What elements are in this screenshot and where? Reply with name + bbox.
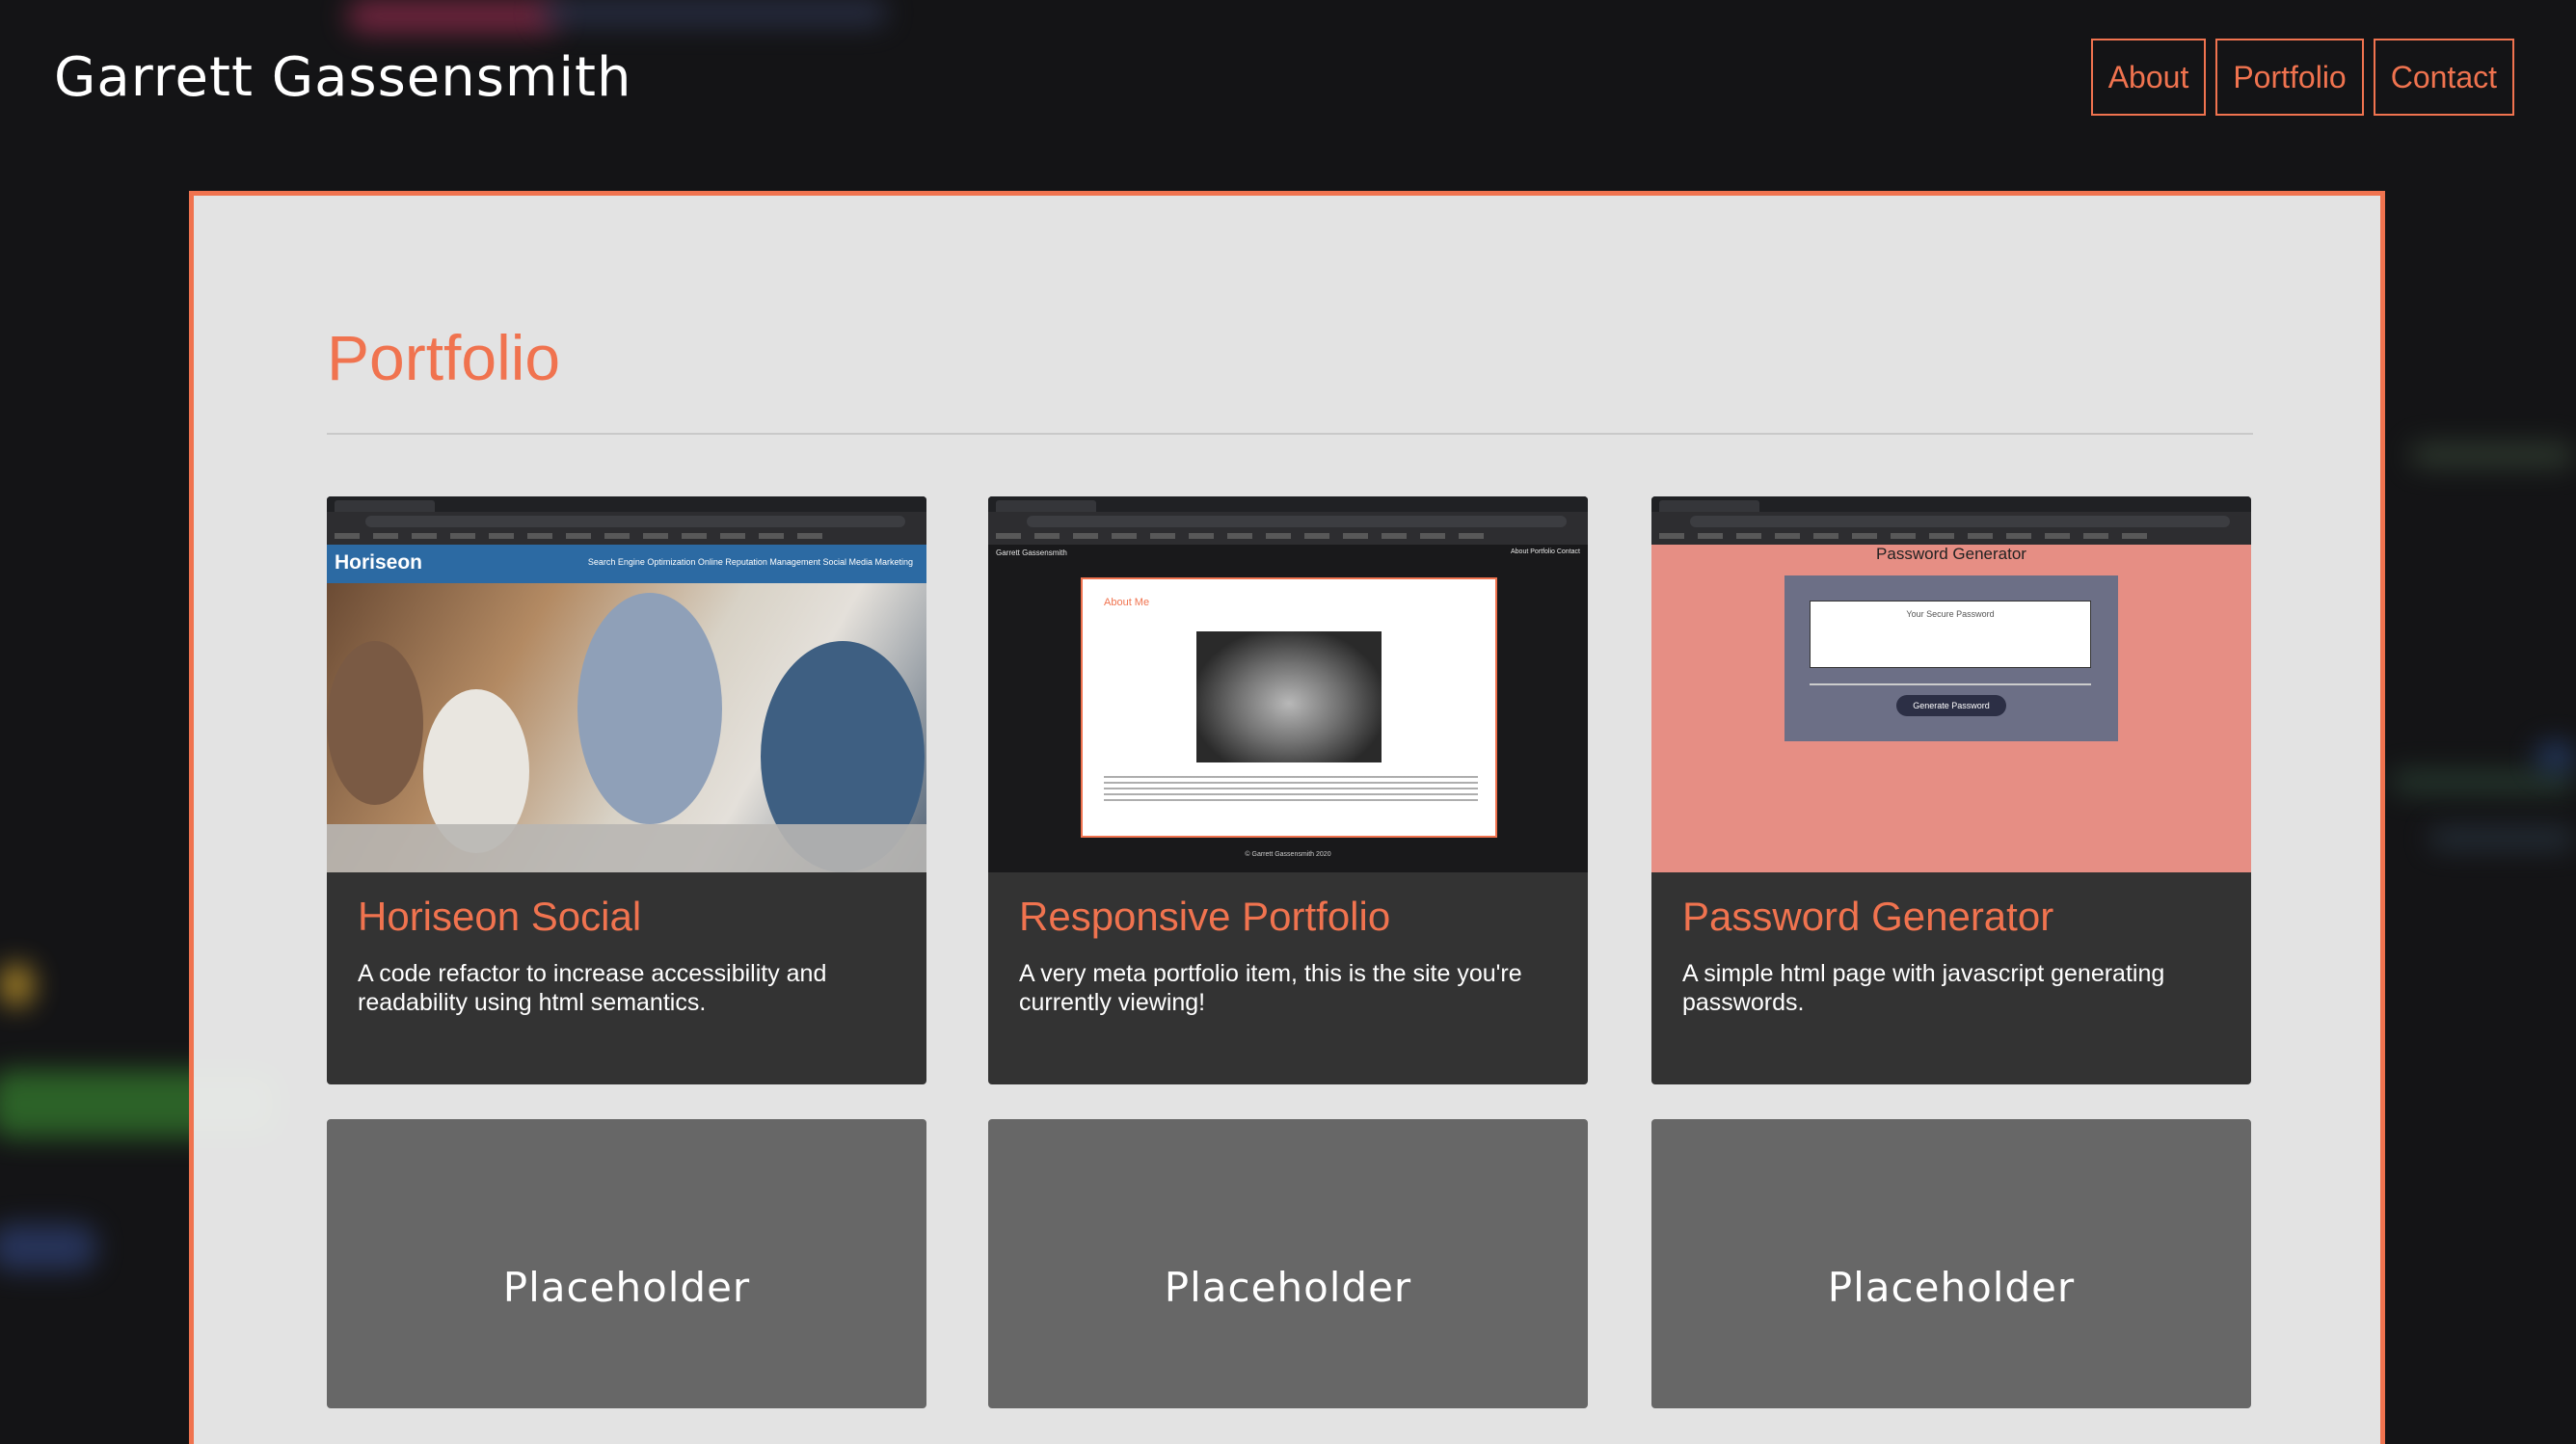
about-me-box: About Me bbox=[1081, 577, 1497, 838]
portfolio-preview: Garrett Gassensmith About Portfolio Cont… bbox=[988, 545, 1588, 872]
site-title: Garrett Gassensmith bbox=[54, 46, 632, 109]
preview-title: Password Generator bbox=[1876, 545, 2026, 563]
project-screenshot: Garrett Gassensmith About Portfolio Cont… bbox=[988, 496, 1588, 872]
password-placeholder: Your Secure Password bbox=[1906, 609, 1995, 619]
project-card-responsive-portfolio[interactable]: Garrett Gassensmith About Portfolio Cont… bbox=[988, 496, 1588, 1084]
project-description: A very meta portfolio item, this is the … bbox=[1019, 960, 1522, 1016]
lorem-text bbox=[1104, 776, 1478, 803]
panel-divider bbox=[1810, 683, 2091, 685]
portrait-image bbox=[1196, 631, 1382, 762]
about-me-heading: About Me bbox=[1104, 597, 1150, 608]
placeholder-label: Placeholder bbox=[1164, 1264, 1412, 1311]
horiseon-banner: Horiseon Search Engine Optimization Onli… bbox=[327, 545, 926, 583]
team-photo bbox=[327, 583, 926, 872]
password-preview: Password Generator Your Secure Password … bbox=[1651, 545, 2251, 872]
generator-panel: Your Secure Password Generate Password bbox=[1784, 575, 2118, 741]
placeholder-card-3[interactable]: Placeholder bbox=[1651, 1119, 2251, 1408]
section-title: Portfolio bbox=[327, 322, 561, 393]
password-output: Your Secure Password bbox=[1810, 601, 2091, 668]
main-nav: About Portfolio Contact bbox=[2090, 39, 2514, 116]
nav-link-about[interactable]: About bbox=[2090, 39, 2207, 116]
browser-chrome bbox=[988, 496, 1588, 545]
project-description: A simple html page with javascript gener… bbox=[1682, 960, 2165, 1016]
project-screenshot: Password Generator Your Secure Password … bbox=[1651, 496, 2251, 872]
project-card-horiseon[interactable]: Horiseon Search Engine Optimization Onli… bbox=[327, 496, 926, 1084]
site-header: Garrett Gassensmith About Portfolio Cont… bbox=[0, 0, 2576, 174]
browser-chrome bbox=[327, 496, 926, 545]
horiseon-logo: Horiseon bbox=[335, 551, 423, 574]
browser-chrome bbox=[1651, 496, 2251, 545]
placeholder-card-1[interactable]: Placeholder bbox=[327, 1119, 926, 1408]
placeholder-card-2[interactable]: Placeholder bbox=[988, 1119, 1588, 1408]
placeholder-label: Placeholder bbox=[1827, 1264, 2076, 1311]
section-divider bbox=[327, 433, 2253, 435]
portfolio-section: Portfolio Horiseon Search Engine Optimiz… bbox=[189, 191, 2385, 1444]
preview-header: Garrett Gassensmith bbox=[996, 548, 1067, 557]
project-title: Password Generator bbox=[1682, 894, 2054, 939]
project-title: Responsive Portfolio bbox=[1019, 894, 1391, 939]
nav-link-portfolio[interactable]: Portfolio bbox=[2215, 39, 2364, 116]
project-title: Horiseon Social bbox=[358, 894, 642, 939]
project-screenshot: Horiseon Search Engine Optimization Onli… bbox=[327, 496, 926, 872]
project-card-password-generator[interactable]: Password Generator Your Secure Password … bbox=[1651, 496, 2251, 1084]
project-description: A code refactor to increase accessibilit… bbox=[358, 960, 827, 1016]
nav-link-contact[interactable]: Contact bbox=[2373, 39, 2514, 116]
preview-nav: About Portfolio Contact bbox=[1511, 548, 1580, 555]
placeholder-label: Placeholder bbox=[502, 1264, 751, 1311]
preview-footer: © Garrett Gassensmith 2020 bbox=[1245, 851, 1331, 858]
horiseon-menu: Search Engine Optimization Online Reputa… bbox=[587, 557, 913, 567]
generate-password-button: Generate Password bbox=[1896, 695, 2006, 716]
